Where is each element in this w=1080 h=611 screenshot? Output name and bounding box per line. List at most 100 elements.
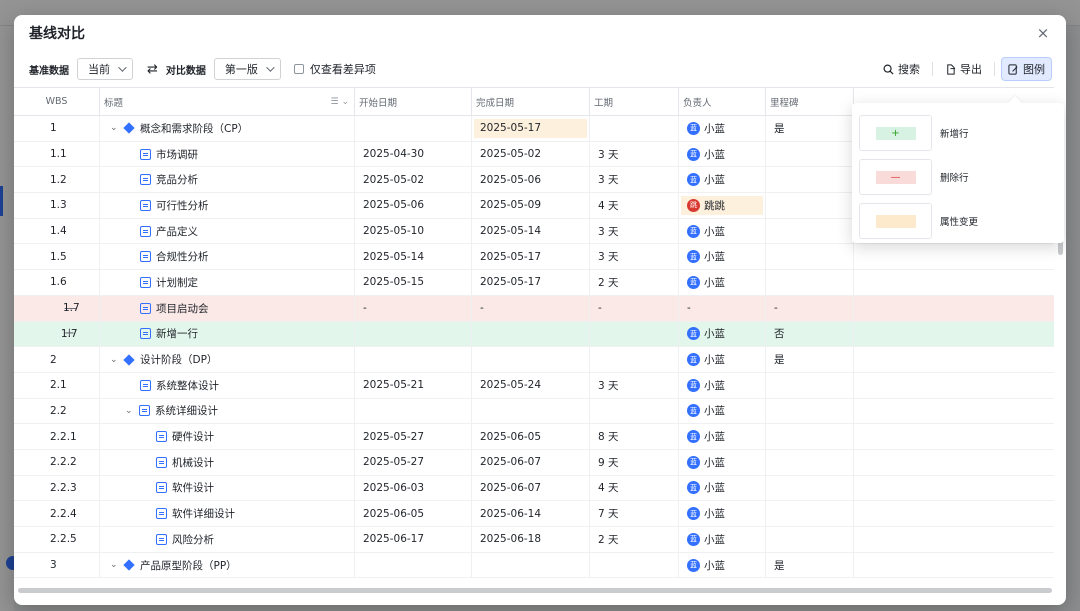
- wbs-code: 1.6: [50, 276, 67, 289]
- avatar: 蓝: [687, 224, 700, 238]
- table-row[interactable]: 2.2 ⌄ 系统详细设计 蓝小蓝: [14, 398, 1054, 425]
- table-row[interactable]: 1.5 合规性分析 2025-05-14 2025-05-17 3 天 蓝小蓝: [14, 244, 1054, 271]
- table-row[interactable]: 2.2.1 硬件设计 2025-05-27 2025-06-05 8 天 蓝小蓝: [14, 424, 1054, 450]
- cell-title: 系统整体设计: [100, 372, 355, 398]
- cell-wbs: 2: [14, 347, 100, 372]
- table-row[interactable]: 2.1 系统整体设计 2025-05-21 2025-05-24 3 天 蓝小蓝: [14, 372, 1054, 399]
- task-title[interactable]: 风险分析: [172, 532, 214, 547]
- owner-name: 小蓝: [704, 328, 725, 341]
- owner-name: 小蓝: [704, 148, 725, 161]
- avatar: 蓝: [687, 558, 700, 572]
- cell-end-date: [472, 552, 590, 578]
- table-row[interactable]: 2.2.3 软件设计 2025-06-03 2025-06-07 4 天 蓝小蓝: [14, 475, 1054, 502]
- duration: 7 天: [598, 508, 619, 521]
- end-date: 2025-05-02: [480, 148, 542, 161]
- cell-start-date: 2025-05-15: [355, 270, 472, 295]
- toolbar-divider: [932, 62, 933, 76]
- task-title[interactable]: 产品原型阶段（PP）: [140, 558, 237, 573]
- table-row[interactable]: 3 ⌄ 产品原型阶段（PP）蓝小蓝是: [14, 552, 1054, 579]
- task-title[interactable]: 计划制定: [156, 275, 198, 290]
- search-label: 搜索: [898, 63, 920, 76]
- export-icon: [947, 63, 956, 75]
- avatar: 蓝: [687, 173, 700, 187]
- chevron-down-icon[interactable]: ⌄: [125, 406, 133, 416]
- task-title[interactable]: 机械设计: [172, 455, 214, 470]
- horizontal-scrollbar[interactable]: [18, 588, 1052, 593]
- task-title[interactable]: 新增一行: [156, 326, 198, 341]
- task-title[interactable]: 产品定义: [156, 224, 198, 239]
- column-sort-icon[interactable]: ☰ ⌄: [331, 97, 349, 107]
- task-icon: [140, 199, 151, 211]
- column-header-start[interactable]: 开始日期: [355, 88, 472, 115]
- cell-wbs: 1.5: [14, 244, 100, 270]
- cell-duration: 3 天: [590, 167, 679, 193]
- avatar: 蓝: [687, 327, 700, 341]
- table-row[interactable]: 2 ⌄ 设计阶段（DP）蓝小蓝是: [14, 347, 1054, 373]
- column-header-milestone[interactable]: 里程碑: [766, 88, 854, 115]
- task-title[interactable]: 项目启动会: [156, 301, 209, 316]
- column-header-wbs[interactable]: WBS: [14, 88, 100, 115]
- task-title[interactable]: 市场调研: [156, 147, 198, 162]
- cell-duration: 4 天: [590, 193, 679, 218]
- column-header-end[interactable]: 完成日期: [472, 88, 590, 115]
- cell-start-date: [355, 116, 472, 141]
- table-row[interactable]: 2.2.4 软件详细设计 2025-06-05 2025-06-14 7 天 蓝小蓝: [14, 501, 1054, 527]
- swap-icon[interactable]: ⇄: [147, 62, 158, 77]
- task-title[interactable]: 竞品分析: [156, 172, 198, 187]
- legend-button[interactable]: 图例: [1001, 57, 1052, 81]
- cell-duration: 7 天: [590, 501, 679, 526]
- legend-popover: + 新增行 — 删除行 属性变更: [852, 95, 1064, 243]
- task-title[interactable]: 概念和需求阶段（CP）: [140, 121, 248, 136]
- chevron-down-icon[interactable]: ⌄: [110, 123, 118, 133]
- task-title[interactable]: 可行性分析: [156, 198, 209, 213]
- compare-data-select[interactable]: 第一版: [213, 58, 281, 80]
- cell-wbs: 1.6: [14, 270, 100, 295]
- diff-only-label[interactable]: 仅查看差异项: [310, 61, 376, 77]
- milestone-diamond-icon: [123, 353, 135, 366]
- cell-start-date: 2025-05-14: [355, 244, 472, 270]
- legend-item-label: 新增行: [940, 129, 969, 140]
- task-icon: [140, 302, 151, 314]
- cell-wbs: 1.2: [14, 167, 100, 193]
- task-title[interactable]: 硬件设计: [172, 429, 214, 444]
- cell-wbs: 2.2: [14, 398, 100, 424]
- column-header-duration[interactable]: 工期: [590, 88, 679, 115]
- base-data-select[interactable]: 当前: [77, 58, 133, 80]
- table-row[interactable]: 2.2.2 机械设计 2025-05-27 2025-06-07 9 天 蓝小蓝: [14, 449, 1054, 476]
- wbs-code: 2.2: [50, 404, 67, 417]
- wbs-code: 2.2.2: [50, 456, 77, 469]
- chevron-down-icon: [266, 63, 275, 72]
- cell-wbs: 2.2.2: [14, 449, 100, 475]
- task-title[interactable]: 系统整体设计: [156, 378, 219, 393]
- cell-end-date: 2025-06-07: [472, 449, 590, 475]
- cell-owner: 蓝小蓝: [679, 116, 766, 141]
- close-icon[interactable]: ×: [1034, 24, 1052, 42]
- avatar: 蓝: [687, 481, 700, 495]
- chevron-down-icon[interactable]: ⌄: [110, 355, 118, 365]
- table-row[interactable]: —1.7 项目启动会 - - - - -: [14, 295, 1054, 322]
- table-row[interactable]: 1.6 计划制定 2025-05-15 2025-05-17 2 天 蓝小蓝: [14, 270, 1054, 296]
- task-title[interactable]: 设计阶段（DP）: [140, 352, 217, 367]
- task-title[interactable]: 系统详细设计: [155, 403, 218, 418]
- start-date: 2025-05-27: [363, 456, 425, 469]
- search-button[interactable]: 搜索: [877, 57, 926, 81]
- column-header-owner[interactable]: 负责人: [679, 88, 766, 115]
- cell-title: 市场调研: [100, 141, 355, 167]
- cell-end-date: 2025-05-17: [472, 270, 590, 295]
- chevron-down-icon[interactable]: ⌄: [110, 560, 118, 570]
- base-data-value: 当前: [88, 63, 110, 76]
- wbs-code: 1.1: [50, 148, 67, 161]
- task-title[interactable]: 合规性分析: [156, 249, 209, 264]
- avatar: 蓝: [687, 430, 700, 444]
- table-row[interactable]: +1.7 新增一行蓝小蓝否: [14, 321, 1054, 348]
- table-row[interactable]: 2.2.5 风险分析 2025-06-17 2025-06-18 2 天 蓝小蓝: [14, 527, 1054, 553]
- export-button[interactable]: 导出: [939, 57, 988, 81]
- start-date: 2025-04-30: [363, 148, 425, 161]
- task-title[interactable]: 软件设计: [172, 480, 214, 495]
- legend-swatch-frame: [859, 203, 932, 239]
- column-header-title[interactable]: 标题 ☰ ⌄: [100, 88, 355, 115]
- cell-wbs: 2.2.4: [14, 501, 100, 526]
- task-title[interactable]: 软件详细设计: [172, 506, 235, 521]
- cell-start-date: -: [355, 295, 472, 321]
- diff-only-checkbox[interactable]: [293, 64, 304, 74]
